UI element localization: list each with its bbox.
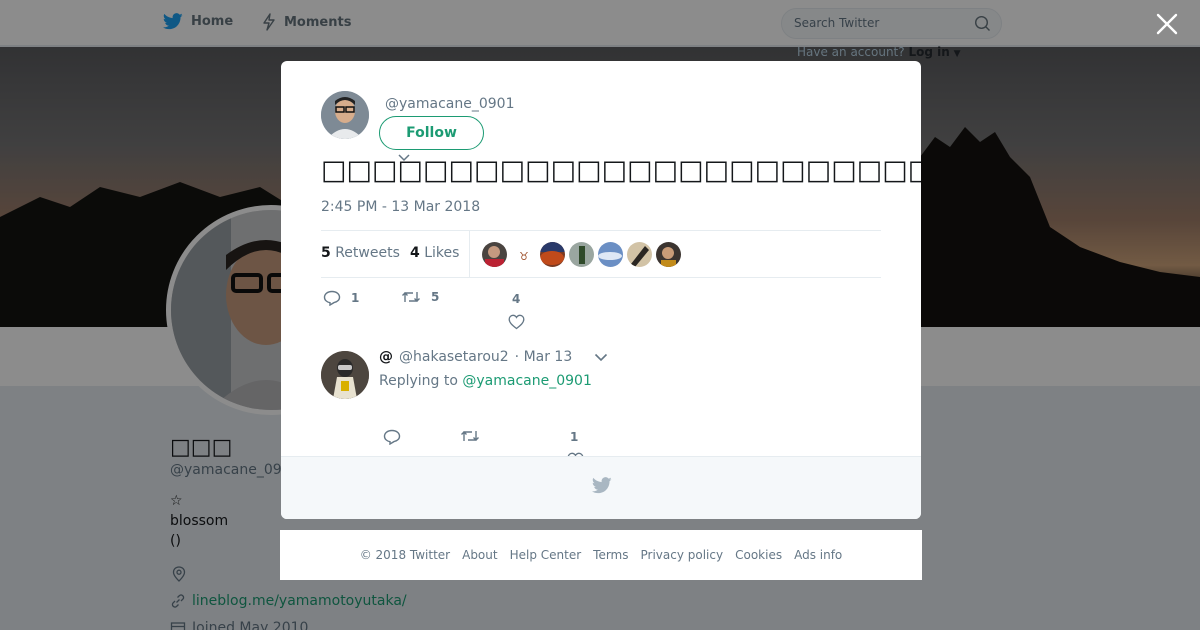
footer-link-privacy[interactable]: Privacy policy: [641, 548, 724, 562]
liker-avatar[interactable]: [569, 242, 594, 267]
modal-footer: [281, 456, 921, 519]
reply-action[interactable]: 1: [323, 290, 359, 306]
close-icon[interactable]: [1155, 12, 1179, 36]
tweet-author-handle[interactable]: @yamacane_0901: [385, 96, 514, 112]
reply-author-handle[interactable]: @hakasetarou2: [399, 349, 509, 365]
tweet-permalink-modal: @yamacane_0901 Follow □□□□□□□□□□□□□□□□□□…: [281, 61, 921, 519]
retweets-label: Retweets: [335, 245, 400, 261]
replying-to: Replying to @yamacane_0901: [379, 373, 592, 389]
footer-copyright: © 2018 Twitter: [359, 548, 451, 562]
liker-avatar[interactable]: [540, 242, 565, 267]
chevron-down-icon[interactable]: [594, 353, 608, 362]
like-count: 4: [512, 292, 521, 306]
tweet-text: □□□□□□□□□□□□□□□□□□□□□□□□□□□□□□□□□□: [321, 155, 921, 186]
tweet-author-avatar[interactable]: [321, 91, 369, 139]
twitter-bird-icon: [592, 477, 612, 494]
likes-count: 4: [410, 245, 420, 261]
replying-to-link[interactable]: @yamacane_0901: [462, 373, 591, 389]
retweet-icon[interactable]: [460, 429, 480, 443]
retweet-icon: [402, 292, 420, 302]
tweet-timestamp[interactable]: 2:45 PM - 13 Mar 2018: [321, 199, 480, 215]
login-link[interactable]: Log in: [908, 45, 949, 59]
likes-stat[interactable]: 4 Likes: [410, 245, 459, 261]
reply-header: @ @hakasetarou2 · Mar 13: [379, 349, 572, 365]
footer-link-about[interactable]: About: [462, 548, 497, 562]
liker-avatar[interactable]: [598, 242, 623, 267]
reply-icon: [323, 290, 341, 306]
retweets-stat[interactable]: 5 Retweets: [321, 245, 400, 261]
reply-count: 1: [351, 291, 360, 305]
caret-down-icon[interactable]: ▼: [954, 49, 961, 59]
login-prompt: Have an account? Log in ▼: [797, 45, 961, 59]
likes-label: Likes: [424, 245, 460, 261]
liker-avatar[interactable]: [482, 242, 507, 267]
have-account-text: Have an account?: [797, 45, 905, 59]
footer-link-terms[interactable]: Terms: [593, 548, 628, 562]
site-footer: © 2018 Twitter About Help Center Terms P…: [280, 530, 922, 580]
reply-date[interactable]: · Mar 13: [515, 349, 573, 365]
follow-button[interactable]: Follow: [379, 116, 484, 150]
retweets-count: 5: [321, 245, 331, 261]
stats-divider: [469, 231, 470, 278]
liker-avatar[interactable]: [656, 242, 681, 267]
reply-at-symbol: @: [379, 349, 393, 365]
reply-like-count: 1: [570, 430, 579, 444]
retweet-action[interactable]: 5: [401, 290, 439, 304]
footer-link-cookies[interactable]: Cookies: [735, 548, 782, 562]
svg-text:♉: ♉: [519, 250, 529, 263]
replying-to-prefix: Replying to: [379, 373, 458, 389]
retweet-count: 5: [431, 290, 440, 304]
liker-avatar[interactable]: [627, 242, 652, 267]
liker-avatar[interactable]: ♉: [511, 242, 536, 267]
footer-link-ads-info[interactable]: Ads info: [794, 548, 842, 562]
reply-author-avatar[interactable]: [321, 351, 369, 399]
heart-icon[interactable]: [508, 314, 525, 330]
tweet-stats: 5 Retweets 4 Likes ♉: [321, 230, 881, 278]
reply-icon[interactable]: [383, 429, 401, 445]
footer-link-help-center[interactable]: Help Center: [510, 548, 582, 562]
